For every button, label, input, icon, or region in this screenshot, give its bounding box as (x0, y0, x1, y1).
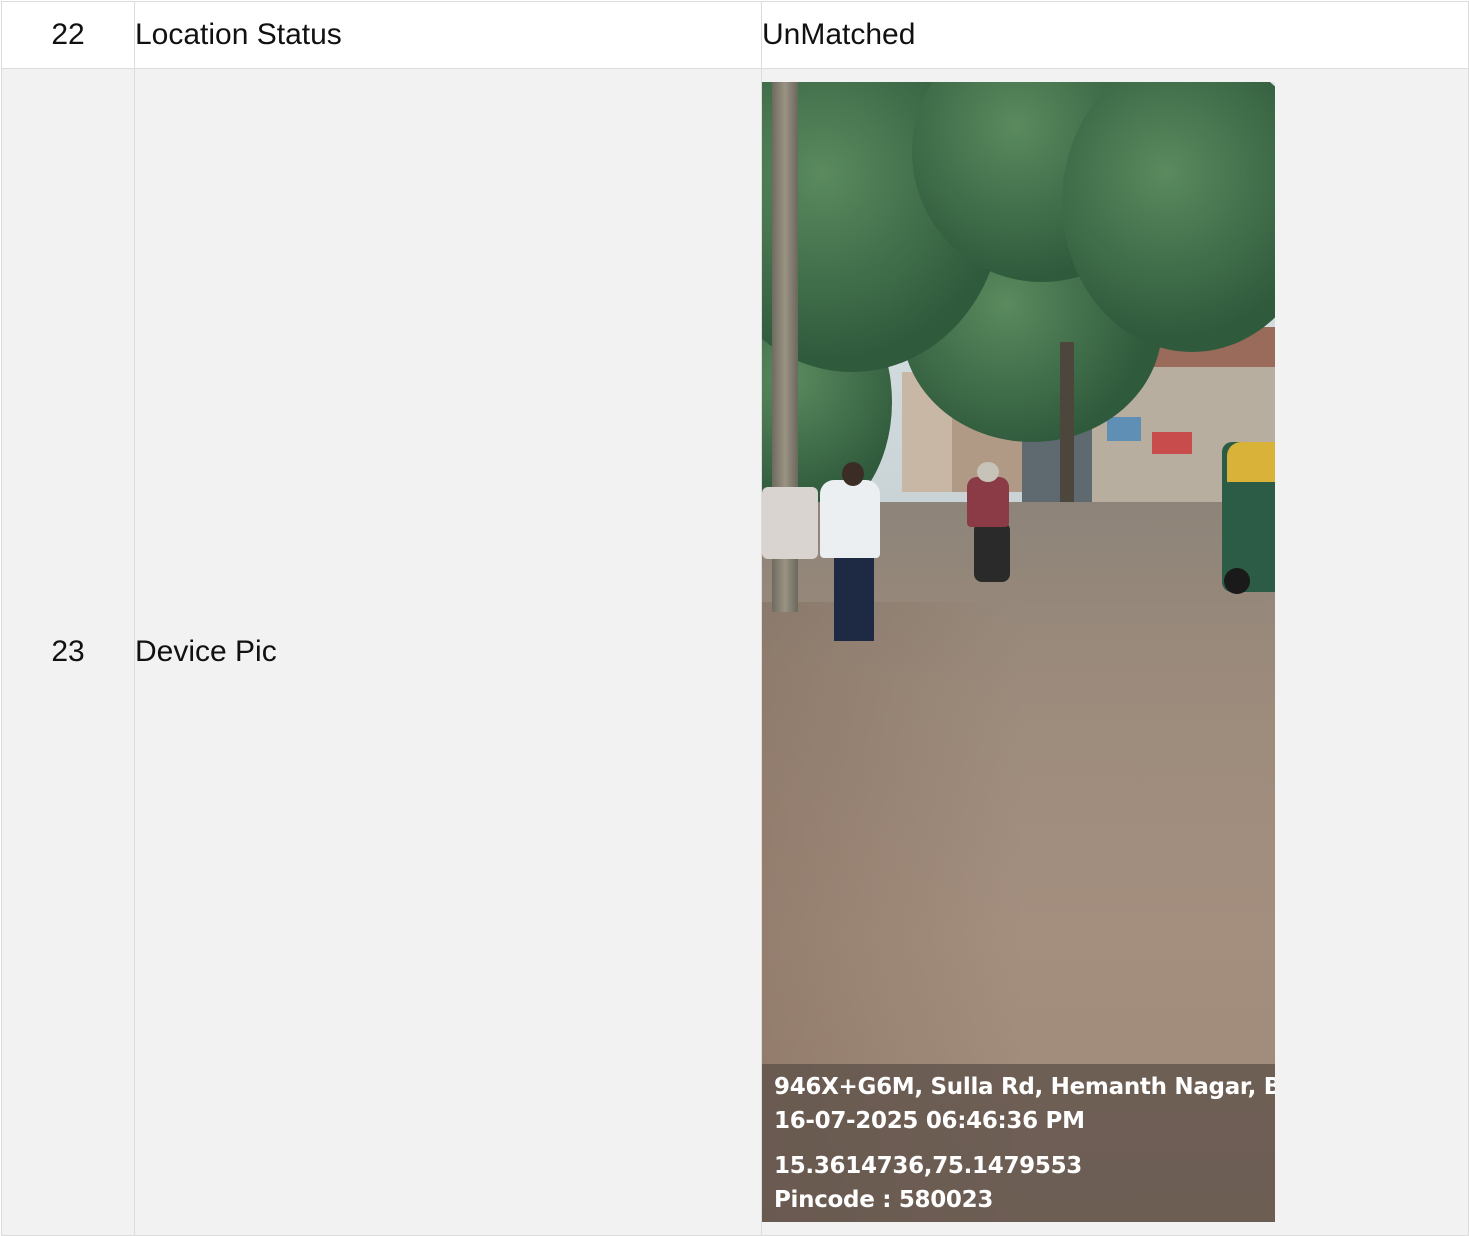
field-label: Device Pic (134, 68, 762, 1236)
details-table: 22 Location Status UnMatched 23 Device P… (1, 1, 1469, 1236)
geo-coordinates: 15.3614736,75.1479553 (774, 1153, 1082, 1179)
field-label: Location Status (134, 1, 762, 69)
location-status-value: UnMatched (761, 1, 1469, 69)
geo-datetime: 16-07-2025 06:46:36 PM (774, 1108, 1085, 1134)
row-index: 23 (1, 68, 135, 1236)
geo-address: 946X+G6M, Sulla Rd, Hemanth Nagar, Benge (774, 1074, 1275, 1100)
device-pic-cell: 946X+G6M, Sulla Rd, Hemanth Nagar, Benge… (761, 68, 1469, 1236)
photo-pedestrian (820, 480, 880, 558)
table-row: 22 Location Status UnMatched (1, 1, 1469, 69)
row-index: 22 (1, 1, 135, 69)
table-row: 23 Device Pic 946X+G6M, Sulla Rd, Hemant… (1, 68, 1469, 1236)
device-photo[interactable]: 946X+G6M, Sulla Rd, Hemanth Nagar, Benge… (762, 82, 1275, 1222)
geo-stamp-overlay: 946X+G6M, Sulla Rd, Hemanth Nagar, Benge… (762, 1064, 1275, 1222)
photo-motorcyclist (967, 477, 1009, 527)
geo-pincode: Pincode : 580023 (774, 1187, 994, 1213)
